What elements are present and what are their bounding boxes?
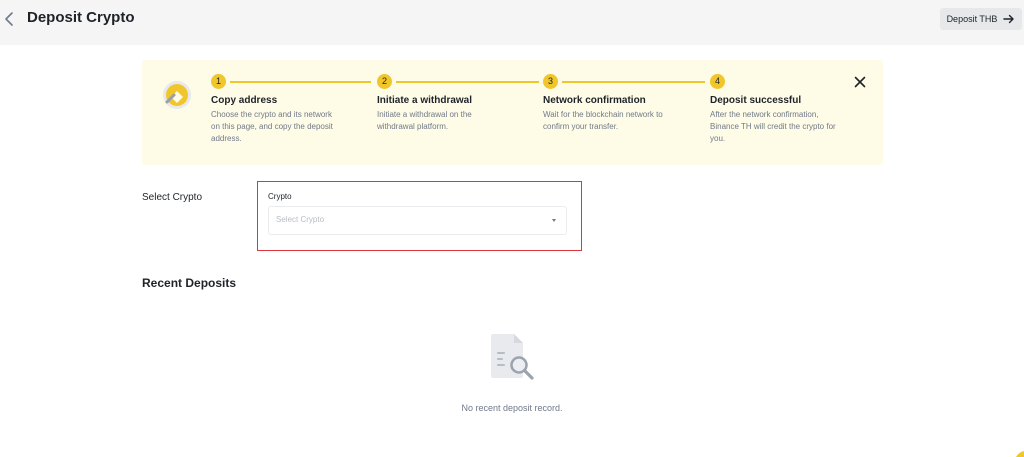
coin-logo-icon bbox=[163, 81, 191, 109]
deposit-thb-button[interactable]: Deposit THB bbox=[940, 8, 1022, 30]
crypto-field-label: Crypto bbox=[268, 192, 292, 201]
caret-down-icon bbox=[552, 219, 556, 222]
crypto-select-placeholder: Select Crypto bbox=[276, 215, 325, 224]
crypto-select-dropdown[interactable]: Select Crypto bbox=[268, 206, 567, 235]
step-description: Initiate a withdrawal on the withdrawal … bbox=[377, 110, 472, 131]
close-icon bbox=[854, 76, 866, 88]
select-crypto-label: Select Crypto bbox=[142, 192, 203, 203]
arrow-right-icon bbox=[1003, 14, 1015, 24]
step-connector bbox=[396, 81, 539, 83]
corner-decoration bbox=[1016, 451, 1024, 457]
back-button[interactable] bbox=[2, 9, 16, 29]
top-bar: Deposit Crypto Deposit THB bbox=[0, 0, 1024, 45]
step-description: Choose the crypto and its network on thi… bbox=[211, 110, 333, 143]
step-connector bbox=[230, 81, 371, 83]
empty-state-text: No recent deposit record. bbox=[461, 403, 563, 413]
step-title: Copy address bbox=[211, 95, 278, 106]
chevron-left-icon bbox=[5, 12, 13, 26]
deposit-thb-label: Deposit THB bbox=[946, 14, 998, 24]
step-title: Initiate a withdrawal bbox=[377, 95, 473, 106]
document-search-icon bbox=[491, 334, 534, 380]
recent-deposits-title: Recent Deposits bbox=[142, 276, 237, 290]
page-title: Deposit Crypto bbox=[27, 9, 135, 26]
deposit-steps-banner: 1 Copy address Choose the crypto and its… bbox=[142, 60, 883, 165]
close-banner-button[interactable] bbox=[854, 75, 866, 88]
crypto-field-highlight: Crypto Select Crypto bbox=[257, 181, 582, 251]
step-title: Network confirmation bbox=[543, 95, 646, 106]
step-title: Deposit successful bbox=[710, 95, 802, 106]
step-description: After the network confirmation, Binance … bbox=[710, 110, 836, 143]
step-number: 1 bbox=[211, 74, 226, 89]
step-number: 3 bbox=[543, 74, 558, 89]
step-number: 4 bbox=[710, 74, 725, 89]
step-connector bbox=[562, 81, 705, 83]
step-number: 2 bbox=[377, 74, 392, 89]
step-description: Wait for the blockchain network to confi… bbox=[543, 110, 663, 131]
